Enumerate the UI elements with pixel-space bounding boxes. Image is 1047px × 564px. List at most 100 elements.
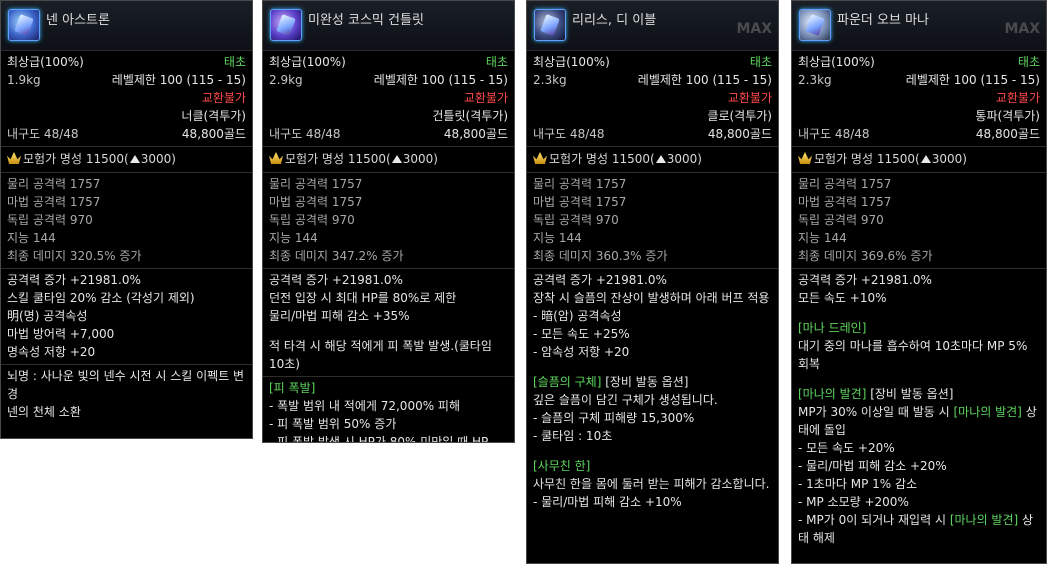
effect-text: 깊은 슬픔이 담긴 구체가 생성됩니다.	[533, 393, 718, 407]
basic-info: 최상급(100%) 태초 1.9kg 레벨제한 100 (115 - 15) 교환불…	[1, 51, 252, 147]
item-name: 미완성 코스믹 건틀릿	[308, 13, 424, 28]
item-tooltip-4: 파운더 오브 마나 MAX 최상급(100%) 태초 2.3kg 레벨제한 100 …	[791, 0, 1047, 564]
grade: 최상급(100%)	[533, 55, 610, 69]
trade-status: 교환불가	[727, 91, 772, 105]
stat-line: 독립 공격력 970	[7, 213, 93, 227]
stat-line: 독립 공격력 970	[533, 213, 619, 227]
stat-line: 물리 공격력 1757	[798, 177, 892, 191]
rarity: 태초	[223, 55, 246, 69]
effect-text: MP가 30% 이상일 때 발동 시	[798, 405, 954, 419]
fame-section: 모험가 명성 11500(3000)	[263, 147, 514, 173]
max-badge: MAX	[736, 21, 772, 37]
tooltip-header: 파운더 오브 마나 MAX	[792, 1, 1046, 51]
rarity: 태초	[485, 55, 508, 69]
options-section: 공격력 증가 +21981.0% 스킬 쿨타임 20% 감소 (각성기 제외) …	[1, 269, 252, 365]
effect-item: - 슬픔의 구체 피해량 15,300%	[533, 411, 695, 425]
stat-line: 마법 공격력 1757	[269, 195, 363, 209]
price: 48,800골드	[443, 127, 508, 141]
trade-status: 교환불가	[201, 91, 246, 105]
effect-item: - MP 소모량 +200%	[798, 495, 909, 509]
stat-line: 마법 공격력 1757	[798, 195, 892, 209]
basic-info: 최상급(100%) 태초 2.3kg 레벨제한 100 (115 - 15) 교환불…	[792, 51, 1046, 147]
stat-line: 최종 데미지 347.2% 증가	[269, 249, 404, 263]
tooltip-header: 미완성 코스믹 건틀릿	[263, 1, 514, 51]
item-tooltip-1: 넨 아스트론 최상급(100%) 태초 1.9kg 레벨제한 100 (115 - …	[0, 0, 253, 439]
effect-item: - 쿨타임 : 10초	[533, 429, 613, 443]
effect-tag: [장비 발동 옵션]	[601, 375, 689, 389]
grade: 최상급(100%)	[7, 55, 84, 69]
fame-delta: 3000)	[666, 152, 702, 166]
rarity: 태초	[1017, 55, 1040, 69]
item-name: 파운더 오브 마나	[837, 13, 929, 28]
effect-title: [슬픔의 구체]	[533, 375, 602, 389]
fame-value: 모험가 명성 11500(	[549, 152, 655, 166]
item-type: 클로(격투가)	[707, 109, 772, 123]
fame-section: 모험가 명성 11500( 3000)	[792, 147, 1046, 173]
stat-line: 독립 공격력 970	[798, 213, 884, 227]
option-line: 모든 속도 +10%	[798, 291, 887, 305]
option-line: 공격력 증가 +21981.0%	[533, 273, 667, 287]
price: 48,800골드	[975, 127, 1040, 141]
effect-title: [마나 드레인]	[798, 321, 867, 335]
effect-line: 뇌명 : 사나운 빛의 넨수 시전 시 스킬 이펙트 변경	[7, 369, 245, 401]
option-text: 적 타격 시 해당 적에게 피 폭발 발생.(쿨타임 10초)	[269, 339, 492, 371]
item-tooltip-3: 리리스, 디 이블 MAX 최상급(100%) 태초 2.3kg 레벨제한 100 …	[526, 0, 779, 564]
effect-text: 사무친 한을 몸에 둘러 받는 피해가 감소합니다.	[533, 477, 770, 491]
fame-value: 모험가 명성 11500(	[814, 152, 920, 166]
fame-delta: 3000)	[931, 152, 967, 166]
trade-status: 교환불가	[995, 91, 1040, 105]
item-name: 넨 아스트론	[46, 13, 110, 28]
stat-line: 최종 데미지 320.5% 증가	[7, 249, 142, 263]
stats-section: 물리 공격력 1757 마법 공격력 1757 독립 공격력 970 지능 14…	[527, 173, 778, 269]
fame-delta: 3000)	[402, 152, 438, 166]
sub-effect-item: - 폭발 범위 내 적에게 72,000% 피해	[269, 399, 461, 413]
stat-line: 최종 데미지 369.6% 증가	[798, 249, 933, 263]
tooltip-header: 넨 아스트론	[1, 1, 252, 51]
option-line: 마법 방어력 +7,000	[7, 327, 115, 341]
option-line: - 모든 속도 +25%	[533, 327, 630, 341]
option-line: - 暗(암) 공격속성	[533, 309, 622, 323]
options-section: 공격력 증가 +21981.0% 모든 속도 +10% [마나 드레인] 대기 …	[792, 269, 1046, 550]
effect-item: - 모든 속도 +20%	[798, 441, 895, 455]
fame-delta: 3000)	[140, 152, 176, 166]
effect-item: - 물리/마법 피해 감소 +20%	[798, 459, 947, 473]
stat-line: 지능 144	[7, 231, 56, 245]
item-type: 너클(격투가)	[181, 109, 246, 123]
effect-title: [사무친 한]	[533, 459, 591, 473]
up-arrow-icon	[655, 155, 666, 163]
fame-section: 모험가 명성 11500( 3000)	[527, 147, 778, 173]
sub-effect-section: [피 폭발] - 폭발 범위 내 적에게 72,000% 피해 - 피 폭발 범…	[263, 377, 514, 442]
option-line: 물리/마법 피해 감소 +35%	[269, 309, 410, 323]
option-line: 明(명) 공격속성	[7, 309, 88, 323]
effect-title: [마나의 발견]	[798, 387, 867, 401]
price: 48,800골드	[707, 127, 772, 141]
effect-ref: [마나의 발견]	[949, 513, 1019, 527]
option-line: 공격력 증가 +21981.0%	[798, 273, 932, 287]
item-name: 리리스, 디 이블	[572, 13, 657, 28]
stat-line: 마법 공격력 1757	[533, 195, 627, 209]
option-line: 명속성 저항 +20	[7, 345, 96, 359]
weight: 2.3kg	[798, 73, 832, 87]
stat-line: 물리 공격력 1757	[269, 177, 363, 191]
stat-line: 지능 144	[533, 231, 582, 245]
effect-line: 넨의 천체 소환	[7, 405, 81, 419]
stat-line: 최종 데미지 360.3% 증가	[533, 249, 668, 263]
gauntlet-icon	[270, 9, 302, 41]
durability: 내구도 48/48	[7, 127, 79, 141]
level-limit: 레벨제한 100 (115 - 15)	[637, 73, 772, 87]
weapon-icon	[8, 9, 40, 41]
level-limit: 레벨제한 100 (115 - 15)	[111, 73, 246, 87]
effect-tag: [장비 발동 옵션]	[866, 387, 954, 401]
stat-line: 지능 144	[798, 231, 847, 245]
tonfa-icon	[799, 9, 831, 41]
option-line: 공격력 증가 +21981.0%	[269, 273, 403, 287]
up-arrow-icon	[391, 155, 402, 163]
durability: 내구도 48/48	[798, 127, 870, 141]
stat-line: 물리 공격력 1757	[7, 177, 101, 191]
effect-item: - 1초마다 MP 1% 감소	[798, 477, 918, 491]
basic-info: 최상급(100%) 태초 2.9kg 레벨제한 100 (115 - 15) 교환불…	[263, 51, 514, 147]
item-type: 건틀릿(격투가)	[432, 109, 508, 123]
effect-ref: [마나의 발견]	[953, 405, 1022, 419]
level-limit: 레벨제한 100 (115 - 15)	[905, 73, 1040, 87]
grade: 최상급(100%)	[269, 55, 346, 69]
